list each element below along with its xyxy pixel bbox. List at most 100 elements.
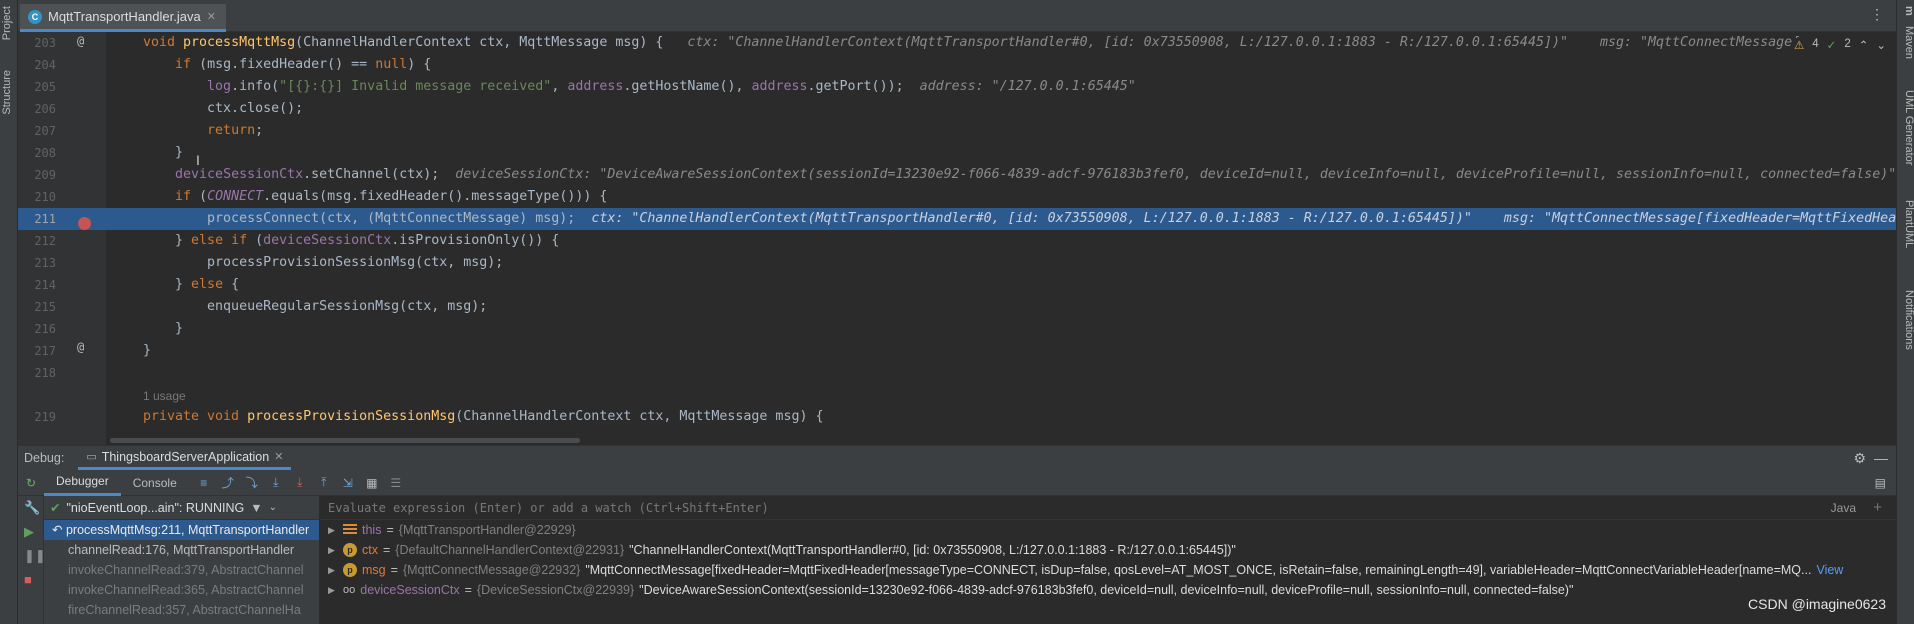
- code-text: processConnect(ctx, (MqttConnectMessage)…: [143, 208, 1896, 230]
- code-line[interactable]: 217}: [18, 340, 1896, 362]
- force-step-into-icon[interactable]: ⤓: [291, 474, 309, 492]
- line-number[interactable]: 218: [18, 362, 56, 384]
- filter-icon[interactable]: ▼: [250, 501, 262, 515]
- code-line[interactable]: 212 } else if (deviceSessionCtx.isProvis…: [18, 230, 1896, 252]
- stack-frame[interactable]: ↶ processMqttMsg:211, MqttTransportHandl…: [44, 520, 319, 540]
- code-line[interactable]: 206 ctx.close();: [18, 98, 1896, 120]
- code-line[interactable]: 216 }: [18, 318, 1896, 340]
- view-link[interactable]: View: [1816, 560, 1843, 580]
- usage-hint[interactable]: 1 usage: [143, 389, 186, 403]
- code-line[interactable]: 203 void processMqttMsg(ChannelHandlerCon…: [18, 32, 1896, 54]
- breakpoint-icon[interactable]: [78, 217, 91, 230]
- line-number[interactable]: 219: [18, 406, 56, 428]
- structure-tool-tab[interactable]: Structure: [1, 70, 17, 115]
- file-tab[interactable]: C MqttTransportHandler.java ✕: [20, 4, 226, 32]
- line-number[interactable]: 212: [18, 230, 56, 252]
- notifications-tool-tab[interactable]: Notifications: [1899, 290, 1914, 350]
- stack-frame[interactable]: channelRead:176, MqttTransportHandler: [44, 540, 319, 560]
- add-watch-icon[interactable]: +: [1873, 499, 1882, 516]
- code-line[interactable]: 209 deviceSessionCtx.setChannel(ctx); de…: [18, 164, 1896, 186]
- line-number[interactable]: 211: [18, 208, 56, 230]
- variable-row[interactable]: ▶ p msg = {MqttConnectMessage@22932} "MqttCon…: [320, 560, 1896, 580]
- chevron-down-icon[interactable]: ⌄: [269, 502, 277, 513]
- debug-header: Debug: ▭ ThingsboardServerApplication ✕ …: [18, 446, 1896, 470]
- horizontal-scrollbar[interactable]: [110, 438, 580, 443]
- show-execution-point-icon[interactable]: ⤴: [219, 474, 237, 492]
- code-line[interactable]: 210 if (CONNECT.equals(msg.fixedHeader()…: [18, 186, 1896, 208]
- uml-generator-tool-tab[interactable]: UML Generator: [1899, 90, 1914, 165]
- code-line[interactable]: 219 private void processProvisionSessionM…: [18, 406, 1896, 428]
- line-number[interactable]: 206: [18, 98, 56, 120]
- chevron-down-icon[interactable]: ⌄: [1876, 38, 1886, 52]
- variable-row[interactable]: ▶ this = {MqttTransportHandler@22929}: [320, 520, 1896, 540]
- rerun-icon[interactable]: ↻: [18, 476, 44, 490]
- stack-frame[interactable]: invokeChannelRead:365, AbstractChannel: [44, 580, 319, 600]
- expand-arrow-icon[interactable]: ▶: [328, 580, 338, 600]
- code-line[interactable]: 218: [18, 362, 1896, 384]
- variable-name: deviceSessionCtx: [360, 583, 460, 597]
- variable-row[interactable]: ▶ oo deviceSessionCtx = {DeviceSessionCtx@22…: [320, 580, 1896, 600]
- code-token: }: [143, 321, 184, 336]
- close-icon[interactable]: ✕: [274, 450, 283, 463]
- step-into-icon[interactable]: ⤓: [267, 474, 285, 492]
- expand-arrow-icon[interactable]: ▶: [328, 540, 338, 560]
- thread-selector[interactable]: ✔ "nioEventLoop...ain": RUNNING ▼ ⌄: [44, 496, 319, 520]
- code-editor[interactable]: 203 void processMqttMsg(ChannelHandlerCon…: [18, 32, 1896, 445]
- code-line[interactable]: 211 processConnect(ctx, (MqttConnectMess…: [18, 208, 1896, 230]
- menu-icon[interactable]: ≡: [195, 474, 213, 492]
- evaluate-icon[interactable]: ▦: [363, 474, 381, 492]
- line-number[interactable]: 210: [18, 186, 56, 208]
- tab-debugger[interactable]: Debugger: [44, 470, 121, 496]
- line-number[interactable]: 204: [18, 54, 56, 76]
- line-number[interactable]: 208: [18, 142, 56, 164]
- code-line[interactable]: 208 }: [18, 142, 1896, 164]
- line-number[interactable]: 217: [18, 340, 56, 362]
- code-line[interactable]: 214 } else {: [18, 274, 1896, 296]
- run-to-cursor-icon[interactable]: ⇲: [339, 474, 357, 492]
- wrench-icon[interactable]: 🔧: [24, 500, 40, 516]
- line-number[interactable]: 203: [18, 32, 56, 54]
- variable-row[interactable]: ▶ p ctx = {DefaultChannelHandlerContext@2293…: [320, 540, 1896, 560]
- code-line[interactable]: 204 if (msg.fixedHeader() == null) {: [18, 54, 1896, 76]
- line-number[interactable]: 213: [18, 252, 56, 274]
- override-marker-icon[interactable]: @: [77, 340, 84, 354]
- expand-arrow-icon[interactable]: ▶: [328, 520, 338, 540]
- language-select[interactable]: Java: [1831, 501, 1856, 515]
- chevron-up-icon[interactable]: ⌃: [1859, 38, 1869, 52]
- code-line[interactable]: 213 processProvisionSessionMsg(ctx, msg)…: [18, 252, 1896, 274]
- code-line[interactable]: 215 enqueueRegularSessionMsg(ctx, msg);: [18, 296, 1896, 318]
- tab-console[interactable]: Console: [121, 470, 189, 496]
- maven-tool-tab[interactable]: Maven: [1899, 26, 1914, 59]
- line-number[interactable]: 205: [18, 76, 56, 98]
- plantuml-tool-tab[interactable]: PlantUML: [1899, 200, 1914, 248]
- line-number[interactable]: 216: [18, 318, 56, 340]
- override-marker-icon[interactable]: @: [77, 34, 84, 48]
- resume-icon[interactable]: ▶: [24, 524, 34, 540]
- expand-arrow-icon[interactable]: ▶: [328, 560, 338, 580]
- close-icon[interactable]: ✕: [207, 10, 216, 23]
- stop-icon[interactable]: ■: [24, 572, 32, 587]
- step-over-icon[interactable]: ⤵: [243, 474, 261, 492]
- object-icon: [343, 524, 357, 536]
- more-options-icon[interactable]: ⋮: [1870, 6, 1884, 23]
- stack-frame[interactable]: fireChannelRead:357, AbstractChannelHa: [44, 600, 319, 620]
- code-token: }: [143, 145, 184, 160]
- line-number[interactable]: 214: [18, 274, 56, 296]
- run-config-tab[interactable]: ▭ ThingsboardServerApplication ✕: [78, 446, 292, 470]
- pause-icon[interactable]: ❚❚: [24, 548, 46, 564]
- gear-icon[interactable]: ⚙: [1853, 450, 1866, 467]
- variable-type: {MqttConnectMessage@22932}: [402, 563, 581, 577]
- step-out-icon[interactable]: ⤒: [315, 474, 333, 492]
- evaluate-input[interactable]: Evaluate expression (Enter) or add a wat…: [320, 496, 1896, 520]
- project-tool-tab[interactable]: Project: [1, 6, 17, 40]
- line-number[interactable]: 215: [18, 296, 56, 318]
- stack-frame[interactable]: invokeChannelRead:379, AbstractChannel: [44, 560, 319, 580]
- minimize-icon[interactable]: —: [1874, 450, 1888, 466]
- line-number[interactable]: 209: [18, 164, 56, 186]
- layout-icon[interactable]: ▤: [1875, 476, 1886, 490]
- inspection-widget[interactable]: ⚠ 4 ✓ 2 ⌃ ⌄: [1793, 38, 1886, 52]
- line-number[interactable]: 207: [18, 120, 56, 142]
- trace-icon[interactable]: ☰: [387, 474, 405, 492]
- code-line[interactable]: 205 log.info("[{}:{}] Invalid message re…: [18, 76, 1896, 98]
- code-line[interactable]: 207 return;: [18, 120, 1896, 142]
